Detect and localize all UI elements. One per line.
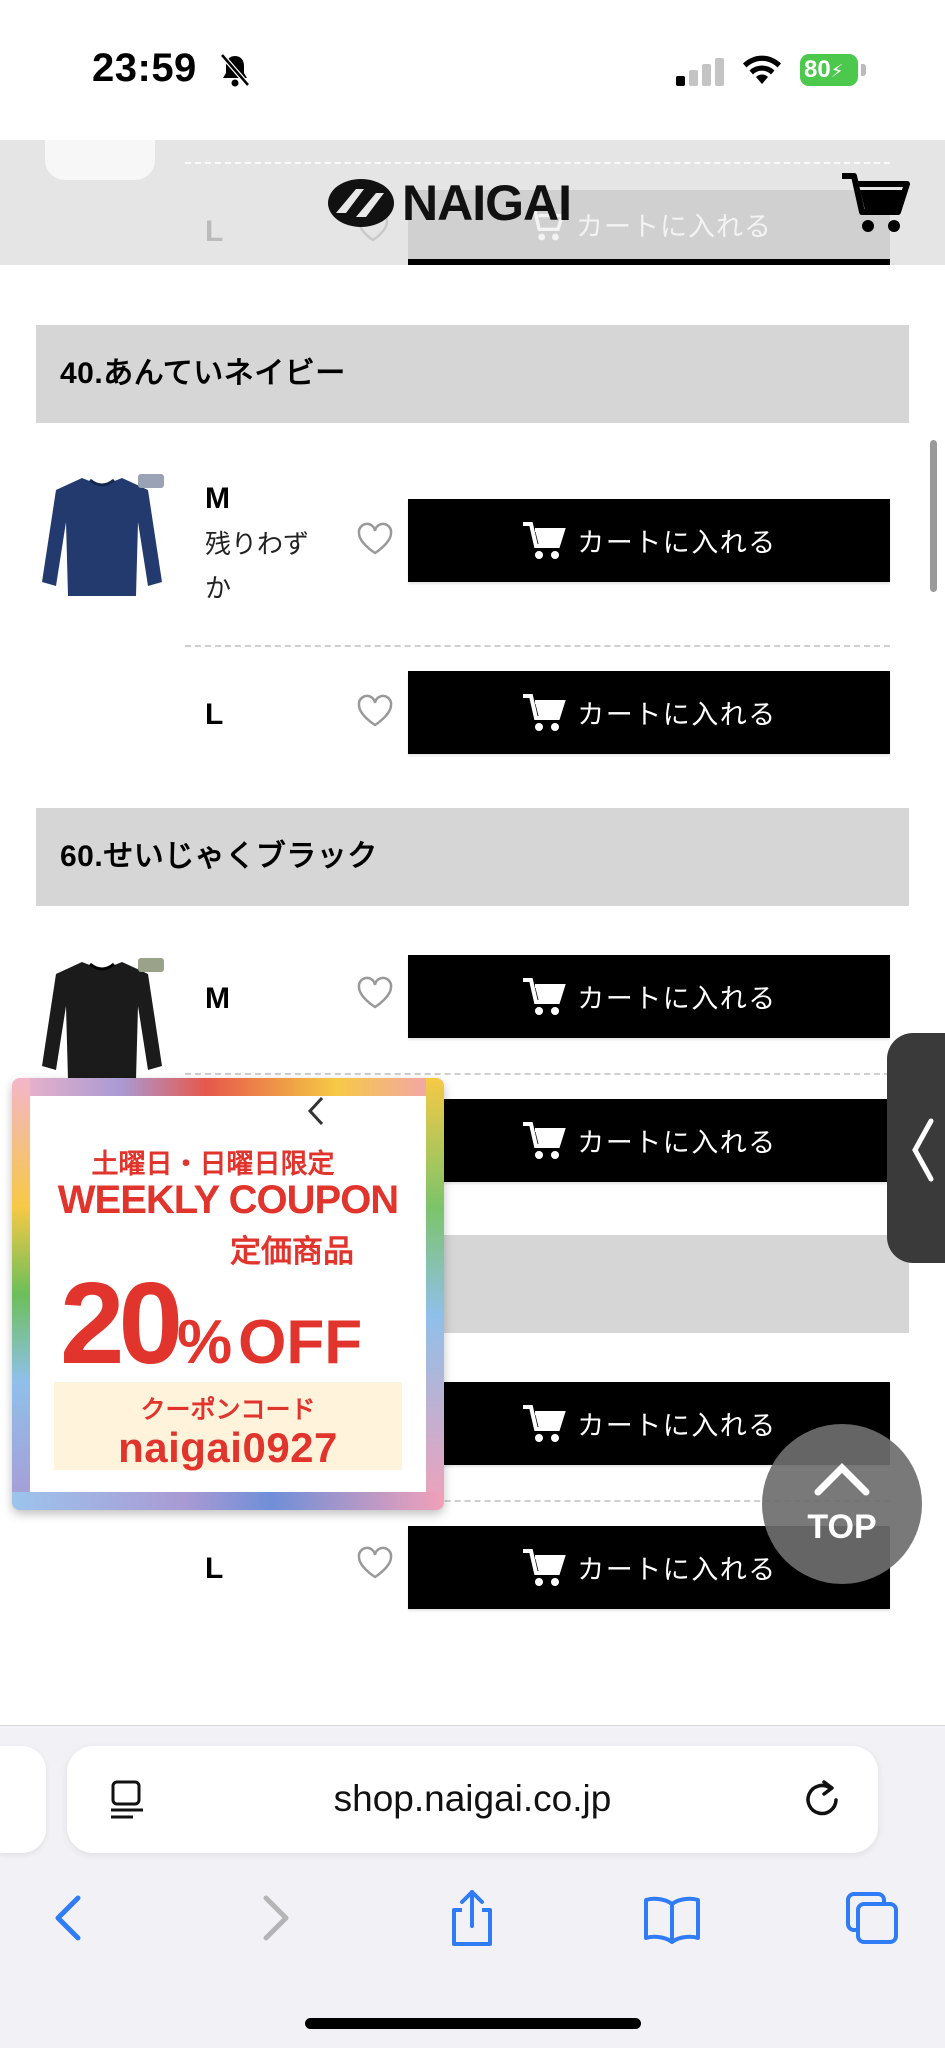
cart-button-label: カートに入れる (577, 700, 777, 730)
battery-tip (861, 64, 866, 76)
coupon-code-box: クーポンコード naigai0927 (54, 1382, 402, 1471)
row-divider (185, 1073, 890, 1075)
coupon-discount: 20%OFF (60, 1256, 362, 1390)
previous-tab-peek[interactable] (0, 1746, 46, 1853)
cart-icon (523, 693, 566, 731)
ghost-product-thumb (45, 140, 155, 180)
browser-toolbar: shop.naigai.co.jp (0, 1725, 945, 2048)
cart-button-label: カートに入れる (577, 1555, 777, 1585)
size-label: M (205, 482, 230, 515)
status-bar: 23:59 80⚡ (0, 0, 945, 140)
coupon-border-bottom (12, 1492, 444, 1510)
size-label: L (205, 1552, 224, 1585)
side-drawer-tab[interactable] (887, 1033, 945, 1263)
coupon-code-label: クーポンコード (140, 1396, 316, 1424)
ghost-divider (185, 162, 890, 164)
row-divider (185, 645, 890, 647)
favorite-heart-icon[interactable] (356, 1546, 394, 1580)
add-to-cart-button[interactable]: カートに入れる (408, 1099, 890, 1182)
add-to-cart-button[interactable]: カートに入れる (408, 499, 890, 582)
ghost-cart-label: カートに入れる (576, 212, 772, 242)
reload-icon[interactable] (802, 1776, 844, 1822)
collapse-chevron-left-icon[interactable] (302, 1094, 330, 1128)
size-label: M (205, 982, 230, 1015)
naigai-logo[interactable]: NAIGAI (326, 174, 572, 232)
site-header: L カートに入れる NAIGAI (0, 140, 945, 265)
favorite-heart-icon[interactable] (356, 694, 394, 728)
stock-status: 残りわずか (205, 529, 310, 603)
chevron-up-icon (814, 1463, 870, 1496)
weekly-coupon-popup[interactable]: 土曜日・日曜日限定 WEEKLY COUPON 定価商品 20%OFF クーポン… (12, 1078, 444, 1510)
size-label: L (205, 698, 224, 731)
discount-number: 20 (60, 1258, 183, 1388)
bell-muted-icon (220, 53, 250, 87)
cart-icon (523, 521, 566, 559)
battery-icon: 80⚡ (800, 54, 858, 86)
status-time: 23:59 (92, 46, 197, 90)
bookmarks-icon[interactable] (642, 1888, 702, 1948)
add-to-cart-button[interactable]: カートに入れる (408, 671, 890, 754)
discount-percent: % (177, 1308, 233, 1377)
naigai-logo-mark-icon (328, 179, 394, 227)
cart-button-label: カートに入れる (577, 528, 777, 558)
cellular-signal-icon (676, 58, 726, 86)
share-icon[interactable] (442, 1888, 502, 1948)
home-indicator[interactable] (305, 2018, 641, 2029)
product-thumb-navy (42, 474, 164, 596)
discount-off: OFF (238, 1308, 363, 1377)
tabs-icon[interactable] (842, 1888, 902, 1948)
color-section-header: 40.あんていネイビー (36, 325, 909, 423)
header-cart-icon[interactable] (840, 170, 910, 236)
cart-button-label: カートに入れる (577, 984, 777, 1014)
wifi-icon (743, 55, 781, 84)
cart-button-label: カートに入れる (577, 1411, 777, 1441)
cart-icon (523, 977, 566, 1015)
forward-icon[interactable] (244, 1888, 304, 1948)
coupon-weekend-label: 土曜日・日曜日限定 (91, 1149, 335, 1179)
favorite-heart-icon[interactable] (356, 976, 394, 1010)
favorite-heart-icon[interactable] (356, 522, 394, 556)
product-thumb-black (42, 958, 164, 1080)
coupon-code: naigai0927 (118, 1424, 338, 1471)
battery-level: 80 (804, 56, 831, 83)
coupon-title: WEEKLY COUPON (57, 1178, 399, 1222)
add-to-cart-button[interactable]: カートに入れる (408, 955, 890, 1038)
cart-button-label: カートに入れる (577, 1128, 777, 1158)
address-bar[interactable]: shop.naigai.co.jp (67, 1746, 878, 1853)
ghost-size-label: L (205, 215, 224, 248)
back-icon[interactable] (40, 1888, 100, 1948)
cart-icon (523, 1121, 566, 1159)
scroll-to-top-button[interactable]: TOP (762, 1424, 922, 1584)
cart-icon (523, 1548, 566, 1586)
chevron-left-icon (912, 1118, 934, 1182)
cart-icon (523, 1404, 566, 1442)
top-button-label: TOP (807, 1508, 877, 1546)
color-section-header: 60.せいじゃくブラック (36, 808, 909, 906)
logo-text: NAIGAI (402, 175, 572, 231)
url-text[interactable]: shop.naigai.co.jp (67, 1778, 878, 1820)
page-scrollbar[interactable] (930, 440, 937, 592)
